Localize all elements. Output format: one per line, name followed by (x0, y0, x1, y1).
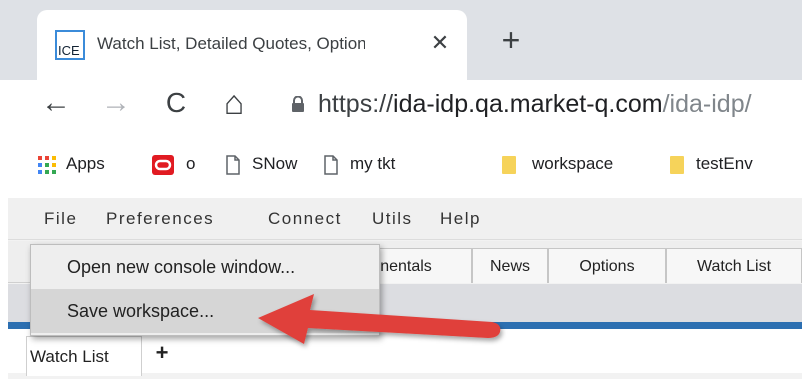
menu-preferences[interactable]: Preferences (106, 206, 214, 232)
tab-options[interactable]: Options (548, 248, 666, 283)
url-host: ida-idp.qa.market-q.com (393, 90, 663, 118)
bookmark-snow[interactable]: SNow (252, 148, 297, 180)
reload-button[interactable]: C (160, 84, 192, 122)
callout-arrow-icon (258, 294, 501, 344)
oracle-icon (152, 155, 174, 175)
tab-watch-list[interactable]: Watch List (666, 248, 802, 283)
url-text[interactable]: https://ida-idp.qa.market-q.com/ida-idp/ (318, 89, 752, 119)
url-path: /ida-idp/ (662, 90, 752, 118)
folder-icon (670, 156, 684, 174)
tab-news[interactable]: News (472, 248, 548, 283)
bookmark-apps[interactable]: Apps (66, 148, 105, 180)
tab-title: Watch List, Detailed Quotes, Option: (97, 34, 365, 53)
apps-grid-icon (38, 156, 56, 174)
tab-close-icon[interactable]: ✕ (428, 30, 452, 56)
menu-connect[interactable]: Connect (268, 206, 342, 232)
bookmark-workspace[interactable]: workspace (532, 148, 613, 180)
new-tab-button[interactable]: + (497, 24, 525, 56)
menu-help[interactable]: Help (440, 206, 481, 232)
url-scheme: https:// (318, 90, 394, 118)
bookmark-my-tkt[interactable]: my tkt (350, 148, 395, 180)
folder-icon (502, 156, 516, 174)
ice-favicon-icon: ICE (55, 30, 85, 60)
back-button[interactable]: ← (40, 84, 72, 122)
menu-utils[interactable]: Utils (372, 206, 413, 232)
page-icon (226, 155, 240, 175)
forward-button[interactable]: → (100, 84, 132, 122)
page-icon (324, 155, 338, 175)
open-new-console-window-item[interactable]: Open new console window... (31, 245, 379, 289)
menu-file[interactable]: File (44, 206, 77, 232)
workspace-tab-watch-list[interactable]: Watch List (26, 336, 142, 376)
lock-icon (292, 96, 304, 112)
home-button[interactable]: ⌂ (218, 84, 250, 122)
bookmark-o[interactable]: o (186, 148, 195, 180)
add-tab-button[interactable]: + (152, 338, 172, 368)
bookmark-testenv[interactable]: testEnv (696, 148, 753, 180)
